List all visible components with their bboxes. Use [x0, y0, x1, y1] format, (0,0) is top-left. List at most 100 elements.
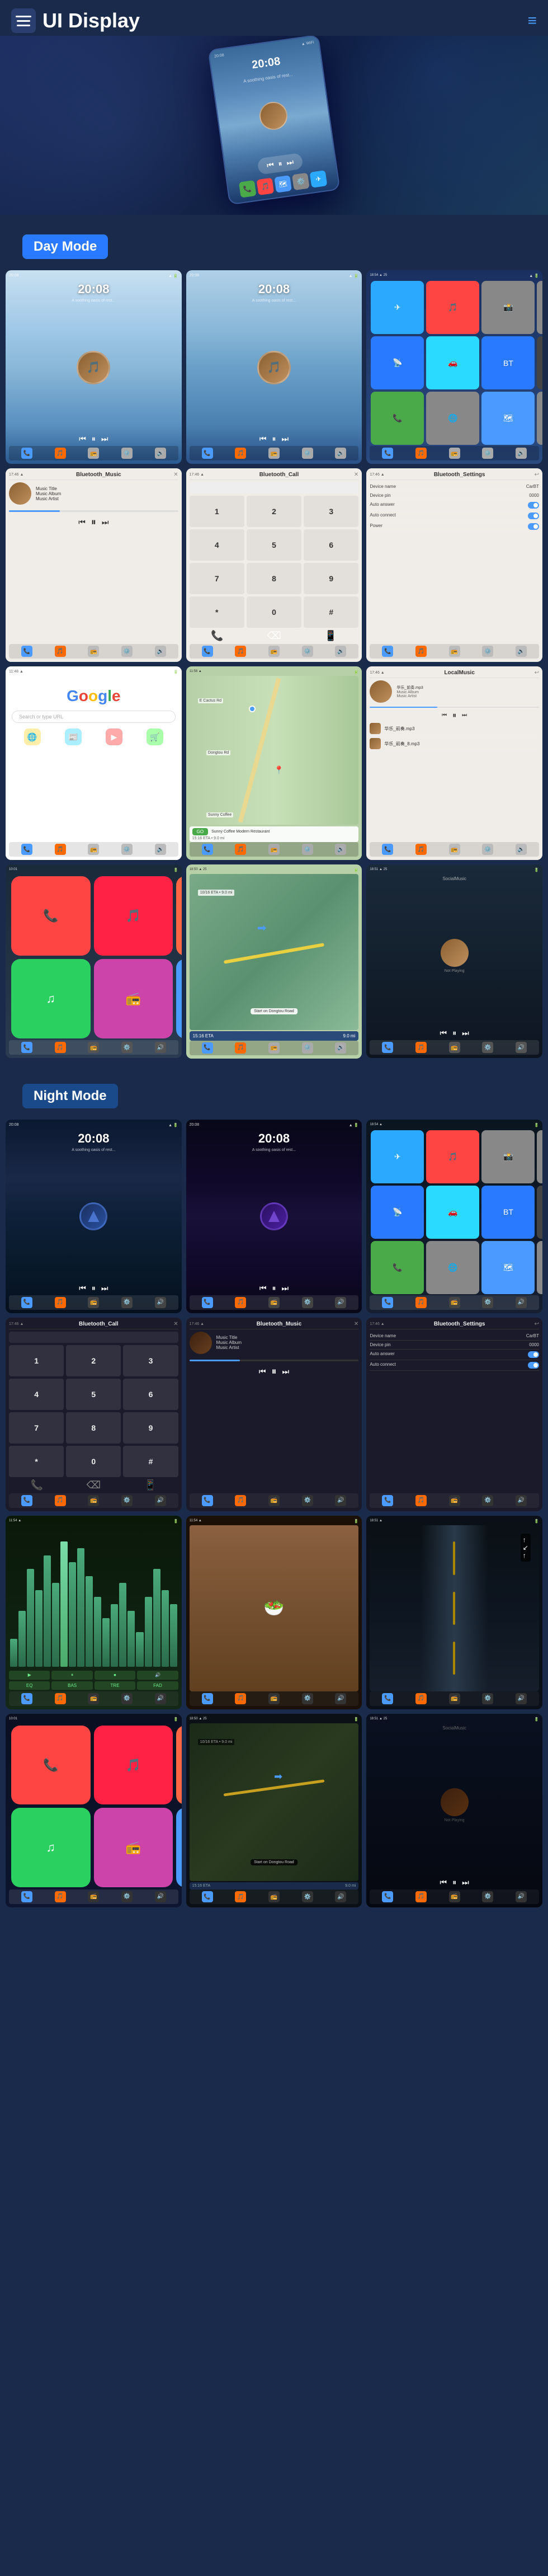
- night-carplay1-screenshot: 10:01🔋 📞 🎵 🎙 ♫ 📻 🗺 📞 🎵 📻 ⚙️ 🔊: [6, 1714, 182, 1907]
- bt-toggle-power[interactable]: [528, 523, 539, 530]
- device-screen: 20:08▲ WiFi 20:08 A soothing oasis of re…: [209, 36, 339, 204]
- carplay-phone-icon[interactable]: 📞: [11, 876, 91, 956]
- night-carplay-phone[interactable]: 📞: [11, 1726, 91, 1805]
- night-bt-val-2: 0000: [529, 1342, 539, 1347]
- night-bt-music-album: Music Album: [216, 1340, 242, 1345]
- night-apps-statusbar: 18:54 ▲🔋: [370, 1123, 539, 1127]
- google-search-bar[interactable]: Search or type URL: [12, 711, 176, 723]
- bt-call-header: 17:46 ▲ Bluetooth_Call ✕: [190, 472, 359, 480]
- night-cp2-bottom: 📞 🎵 📻 ⚙️ 🔊: [370, 1889, 539, 1904]
- map-info: GO Sunny Coffee Modern Restaurant 15:16 …: [190, 826, 359, 842]
- hero-section: 20:08▲ WiFi 20:08 A soothing oasis of re…: [0, 36, 548, 215]
- bottom-spacer: [0, 1913, 548, 1935]
- night-bt-toggle-2[interactable]: [528, 1362, 539, 1369]
- night-bt-call-bottom: 📞 🎵 📻 ⚙️ 🔊: [9, 1493, 178, 1508]
- night-carplay2-screenshot: 18:51 ▲ 25🔋 SocialMusic Not Playing ⏮⏸⏭ …: [366, 1714, 542, 1907]
- app-grid-day: ✈ 🎵 📸 ⚙️ 📡 🚗 BT 📺 📞 🌐 🗺 ⚙️: [370, 280, 539, 446]
- bt-music-track: Music Title: [36, 486, 61, 491]
- quick-icon-3[interactable]: ▶: [106, 728, 122, 745]
- night-bt-settings-screenshot: 17:46 ▲ Bluetooth_Settings ↩ Device name…: [366, 1318, 542, 1511]
- bt-field-devicename-val: CarBT: [526, 484, 539, 489]
- night-bottom-1: 📞 🎵 📻 ⚙️ 🔊: [9, 1295, 178, 1310]
- night-bt-settings-bottom: 📞 🎵 📻 ⚙️ 🔊: [370, 1493, 539, 1508]
- carplay-spotify-icon[interactable]: ♫: [11, 959, 91, 1038]
- night-subtitle-2: A soothing oasis of rest...: [190, 1148, 359, 1152]
- night-nav2-destination: Start on Dongtou Road: [251, 1859, 297, 1865]
- night-bt-music-controls[interactable]: ⏮⏸⏭: [190, 1366, 359, 1378]
- local-music-title: LocalMusic: [444, 670, 474, 676]
- device-time: 20:08: [251, 55, 281, 72]
- night-player-controls-2[interactable]: ⏮⏸⏭: [190, 1284, 359, 1293]
- night-carplay-maps[interactable]: 🗺: [176, 1808, 182, 1887]
- bottom-bar-2: 📞 🎵 📻 ⚙️ 🔊: [190, 446, 359, 460]
- night-carplay-music[interactable]: 🎵: [94, 1726, 173, 1805]
- night-bt-call-keypad[interactable]: 1 2 3 4 5 6 7 8 9 * 0 #: [9, 1345, 178, 1477]
- bt-call-keypad[interactable]: 123 456 789 *0#: [190, 496, 359, 628]
- night-bt-field-4: Auto connect: [370, 1362, 396, 1369]
- hamburger-icon[interactable]: ≡: [528, 12, 537, 30]
- night-player-controls-1[interactable]: ⏮⏸⏭: [9, 1284, 178, 1293]
- nav-statusbar: 18:50 ▲ 25 🔋: [190, 868, 359, 872]
- night-mode-grid: 20:08▲ 🔋 20:08 A soothing oasis of rest.…: [0, 1120, 548, 1914]
- music-item-2[interactable]: 华乐_前奏_8.mp3: [370, 736, 539, 751]
- night-nav2-eta: 15:16 ETA: [192, 1884, 211, 1888]
- quick-icon-1[interactable]: 🌐: [24, 728, 41, 745]
- night-cp2-statusbar: 18:51 ▲ 25🔋: [370, 1717, 539, 1722]
- night-nav-bottom: 📞 🎵 📻 ⚙️ 🔊: [370, 1691, 539, 1706]
- music-item-1[interactable]: 华乐_前奏.mp3: [370, 721, 539, 736]
- carplay-music-icon[interactable]: 🎵: [94, 876, 173, 956]
- header-logo: UI Display: [11, 8, 140, 33]
- map-statusbar: 11:58 ▲ 🔋: [190, 670, 359, 674]
- bt-settings-content: Device nameCarBT Device pin0000 Auto ans…: [370, 482, 539, 644]
- carplay2-not-playing: Not Playing: [445, 969, 465, 973]
- day-mode-label: Day Mode: [22, 234, 108, 259]
- night-cp2-controls[interactable]: ⏮⏸⏭: [370, 1878, 539, 1887]
- day-localmusic-screenshot: 17:46 ▲ LocalMusic ↩ 华乐_前奏.mp3 Music Alb…: [366, 666, 542, 860]
- carplay2-controls[interactable]: ⏮⏸⏭: [370, 1028, 539, 1038]
- bt-call-title: Bluetooth_Call: [259, 472, 299, 478]
- night-carplay-spotify[interactable]: ♫: [11, 1808, 91, 1887]
- map-road: [238, 678, 281, 823]
- night-bt-call-header: 17:46 ▲ Bluetooth_Call ✕: [9, 1321, 178, 1329]
- day-bt-music-screenshot: 17:46 ▲ Bluetooth_Music ✕ Music Title Mu…: [6, 468, 182, 662]
- night-bt-settings-content: Device nameCarBT Device pin0000 Auto ans…: [370, 1332, 539, 1371]
- nav-distance: 9.0 mi: [343, 1033, 356, 1038]
- night-nav2-screenshot: 18:50 ▲ 25🔋 10/16 ETA • 9.0 mi ➡ Start o…: [186, 1714, 362, 1907]
- night-bt-field-2: Device pin: [370, 1342, 390, 1347]
- carplay1-statusbar: 10:01🔋: [9, 868, 178, 872]
- page-header: UI Display ≡: [0, 0, 548, 36]
- quick-icon-4[interactable]: 🛒: [147, 728, 163, 745]
- local-music-bottom: 📞 🎵 📻 ⚙️ 🔊: [370, 842, 539, 857]
- google-search-placeholder: Search or type URL: [19, 714, 63, 720]
- bt-music-controls[interactable]: ⏮ ⏸ ⏭: [9, 516, 178, 528]
- bt-field-power-label: Power: [370, 523, 382, 530]
- night-mode-label: Night Mode: [22, 1084, 118, 1108]
- local-music-controls[interactable]: ⏮ ⏸ ⏭: [370, 711, 539, 720]
- bt-field-devicename-label: Device name: [370, 484, 396, 489]
- bt-music-album: Music Album: [36, 491, 61, 496]
- night-carplay-radio[interactable]: 📻: [94, 1808, 173, 1887]
- day-apps-screenshot: 18:54 ▲ 25▲ 🔋 ✈ 🎵 📸 ⚙️ 📡 🚗 BT 📺 📞 🌐 🗺 ⚙️…: [366, 270, 542, 464]
- night-bt-toggle-1[interactable]: [528, 1351, 539, 1358]
- menu-icon[interactable]: [11, 8, 36, 33]
- night-cp2-not-playing: Not Playing: [445, 1818, 465, 1822]
- night-carplay-podcast[interactable]: 🎙: [176, 1726, 182, 1805]
- quick-icon-2[interactable]: 📰: [65, 728, 82, 745]
- bt-toggle-autoanswer[interactable]: [528, 502, 539, 509]
- carplay1-apps: 📞 🎵 🎙 ♫ 📻 🗺: [9, 874, 178, 1040]
- night-bt-val-1: CarBT: [526, 1333, 539, 1338]
- time-display-2: 20:08: [190, 282, 359, 297]
- night-bt-music-track: Music Title: [216, 1335, 242, 1340]
- bt-toggle-autoconnect[interactable]: [528, 513, 539, 519]
- google-logo: Google: [9, 687, 178, 705]
- player-controls-1[interactable]: ⏮⏸⏭: [9, 434, 178, 444]
- night-cp2-status-label: SocialMusic: [370, 1726, 539, 1731]
- player-controls-2[interactable]: ⏮⏸⏭: [190, 434, 359, 444]
- night-food-bottom: 📞 🎵 📻 ⚙️ 🔊: [190, 1691, 359, 1706]
- night-app-grid: ✈ 🎵 📸 ⚙️ 📡 🚗 BT 📺 📞 🌐 🗺 ⚙️: [370, 1129, 539, 1295]
- subtitle-1: A soothing oasis of rest...: [9, 299, 178, 303]
- day-map-screenshot: 11:58 ▲ 🔋 📍 E Cactus Rd Dongtou Rd Sunny…: [186, 666, 362, 860]
- carplay-maps-icon[interactable]: 🗺: [176, 959, 182, 1038]
- carplay-podcast2-icon[interactable]: 📻: [94, 959, 173, 1038]
- carplay-podcast-icon[interactable]: 🎙: [176, 876, 182, 956]
